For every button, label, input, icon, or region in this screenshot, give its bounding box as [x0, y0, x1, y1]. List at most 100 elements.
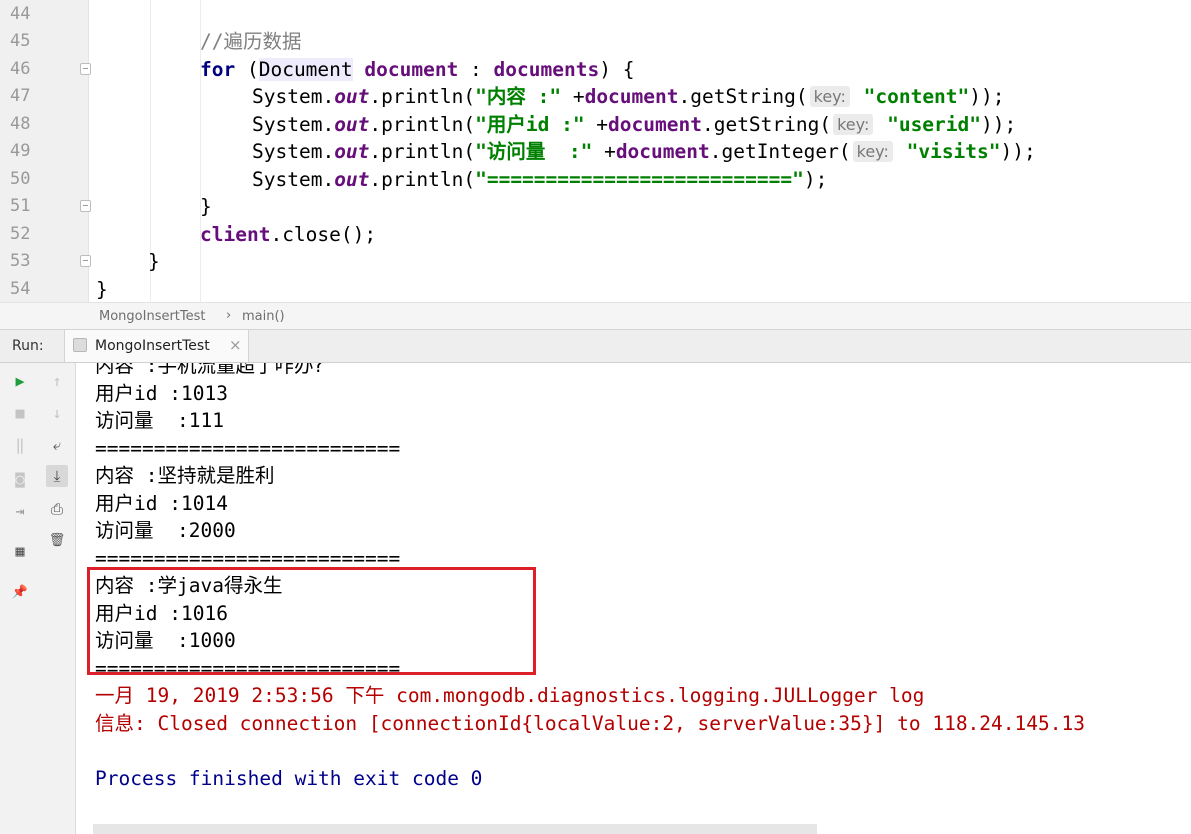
static-field: out	[334, 113, 370, 136]
code-text: ));	[1000, 140, 1036, 163]
console-text: :	[134, 464, 158, 487]
console-log-line: 信息: Closed connection [connectionId{loca…	[95, 710, 1085, 737]
close-icon[interactable]: ×	[229, 336, 242, 354]
layout-icon[interactable]: ▦	[10, 541, 30, 561]
run-tab-title: MongoInsertTest	[95, 338, 210, 354]
variable: client	[200, 223, 271, 246]
line-number: 48	[10, 114, 31, 134]
code-text: +	[561, 85, 585, 108]
run-config-icon	[73, 338, 87, 352]
string-literal: "	[475, 113, 487, 136]
code-text: .println(	[369, 113, 476, 136]
string-literal: :"	[525, 85, 562, 108]
code-text: .getString(	[678, 85, 808, 108]
code-line-45: //遍历数据	[200, 28, 302, 55]
string-literal: "	[475, 140, 487, 163]
run-tab[interactable]: MongoInsertTest ×	[64, 330, 249, 362]
code-text: (	[235, 58, 259, 81]
console-text: :2000	[153, 519, 236, 542]
code-text: .println(	[369, 85, 476, 108]
console-label: 内容	[95, 464, 135, 487]
breadcrumb-separator-icon: ›	[226, 308, 232, 323]
console-output[interactable]: 内容 :手机流量超了咋办? 用户id :1013 访问量 :111 ======…	[76, 363, 1191, 834]
code-text: );	[803, 168, 828, 191]
fold-marker-icon[interactable]	[80, 200, 91, 212]
static-field: out	[334, 85, 370, 108]
pause-icon[interactable]: ‖	[10, 435, 30, 455]
fold-marker-icon[interactable]	[80, 63, 91, 75]
console-label: 访问量	[95, 519, 154, 542]
line-number: 44	[10, 4, 31, 24]
code-text: +	[584, 113, 609, 136]
string-literal: 访问量	[486, 140, 546, 163]
variable: documents	[493, 58, 600, 81]
code-text: .getInteger(	[709, 140, 851, 163]
keyword: for	[200, 58, 236, 81]
code-line-51: }	[200, 195, 212, 218]
string-literal: :"	[545, 140, 593, 163]
soft-wrap-icon[interactable]: ⤶	[47, 435, 67, 455]
process-exit-line: Process finished with exit code 0	[95, 767, 483, 790]
console-line: 访问量 :2000	[95, 517, 236, 544]
parameter-hint: key:	[833, 114, 874, 135]
console-log-text: 一月	[95, 684, 135, 707]
comment-text: 遍历数据	[223, 30, 302, 53]
console-log-text: : Closed connection [connectionId{localV…	[134, 712, 1085, 735]
highlight-annotation-box	[87, 567, 536, 675]
code-text: System.	[252, 168, 335, 191]
console-value: 手机流量超了咋办?	[157, 363, 324, 377]
run-tool-window-header: Run: MongoInsertTest ×	[0, 330, 1191, 363]
camera-icon[interactable]: ◙	[10, 469, 30, 489]
class-name: Document	[258, 58, 353, 81]
line-number: 50	[10, 169, 31, 189]
trash-icon[interactable]: 🗑	[47, 531, 67, 551]
code-editor[interactable]: 44 45 46 47 48 49 50 51 52 53 54 //遍历数据 …	[0, 0, 1191, 302]
arrow-down-icon[interactable]: ↓	[47, 403, 67, 423]
console-line: 用户id :1013	[95, 380, 228, 407]
breadcrumb: MongoInsertTest › main()	[0, 302, 1191, 330]
breadcrumb-method[interactable]: main()	[242, 309, 285, 324]
code-line-46: for (Document document : documents) {	[200, 56, 634, 83]
string-literal: "visits"	[894, 140, 1001, 163]
string-literal: "=========================="	[475, 168, 804, 191]
console-log-line: 一月 19, 2019 2:53:56 下午 com.mongodb.diagn…	[95, 682, 924, 709]
code-line-54: }	[96, 278, 108, 301]
console-label: 内容	[95, 363, 135, 377]
code-line-52: client.close();	[200, 221, 376, 248]
string-literal: 内容	[486, 85, 526, 108]
code-line-49: System.out.println("访问量 :" +document.get…	[252, 138, 1036, 165]
variable: document	[608, 113, 702, 136]
console-line: 内容 :坚持就是胜利	[95, 462, 275, 489]
string-literal: "userid"	[875, 113, 982, 136]
line-number: 52	[10, 224, 31, 244]
static-field: out	[334, 168, 370, 191]
login-icon[interactable]: ⇥	[10, 501, 30, 521]
string-literal: id :"	[525, 113, 585, 136]
stop-icon[interactable]: ■	[10, 403, 30, 423]
code-text: .println(	[369, 140, 476, 163]
console-text: :	[134, 363, 158, 377]
console-label: 访问量	[95, 409, 154, 432]
arrow-up-icon[interactable]: ↑	[47, 371, 67, 391]
parameter-hint: key:	[852, 141, 893, 162]
code-text: .println(	[369, 168, 476, 191]
scroll-to-end-icon[interactable]: ⤓	[46, 465, 68, 487]
code-text: .getString(	[701, 113, 832, 136]
line-number: 45	[10, 31, 31, 51]
breadcrumb-class[interactable]: MongoInsertTest	[99, 309, 206, 324]
code-line-50: System.out.println("====================…	[252, 166, 827, 193]
line-number: 47	[10, 86, 31, 106]
string-literal: "	[475, 85, 487, 108]
rerun-icon[interactable]: ▶	[10, 371, 30, 391]
parameter-hint: key:	[809, 86, 850, 107]
code-text: System.	[252, 113, 335, 136]
fold-marker-icon[interactable]	[80, 255, 91, 267]
print-icon[interactable]: ⎙	[47, 499, 67, 519]
line-number: 53	[10, 251, 31, 271]
code-text: System.	[252, 140, 335, 163]
pin-icon[interactable]: 📌	[10, 583, 30, 603]
horizontal-scrollbar[interactable]	[93, 824, 817, 834]
console-log-label: 信息	[95, 712, 135, 735]
console-text: id :1013	[134, 382, 228, 405]
